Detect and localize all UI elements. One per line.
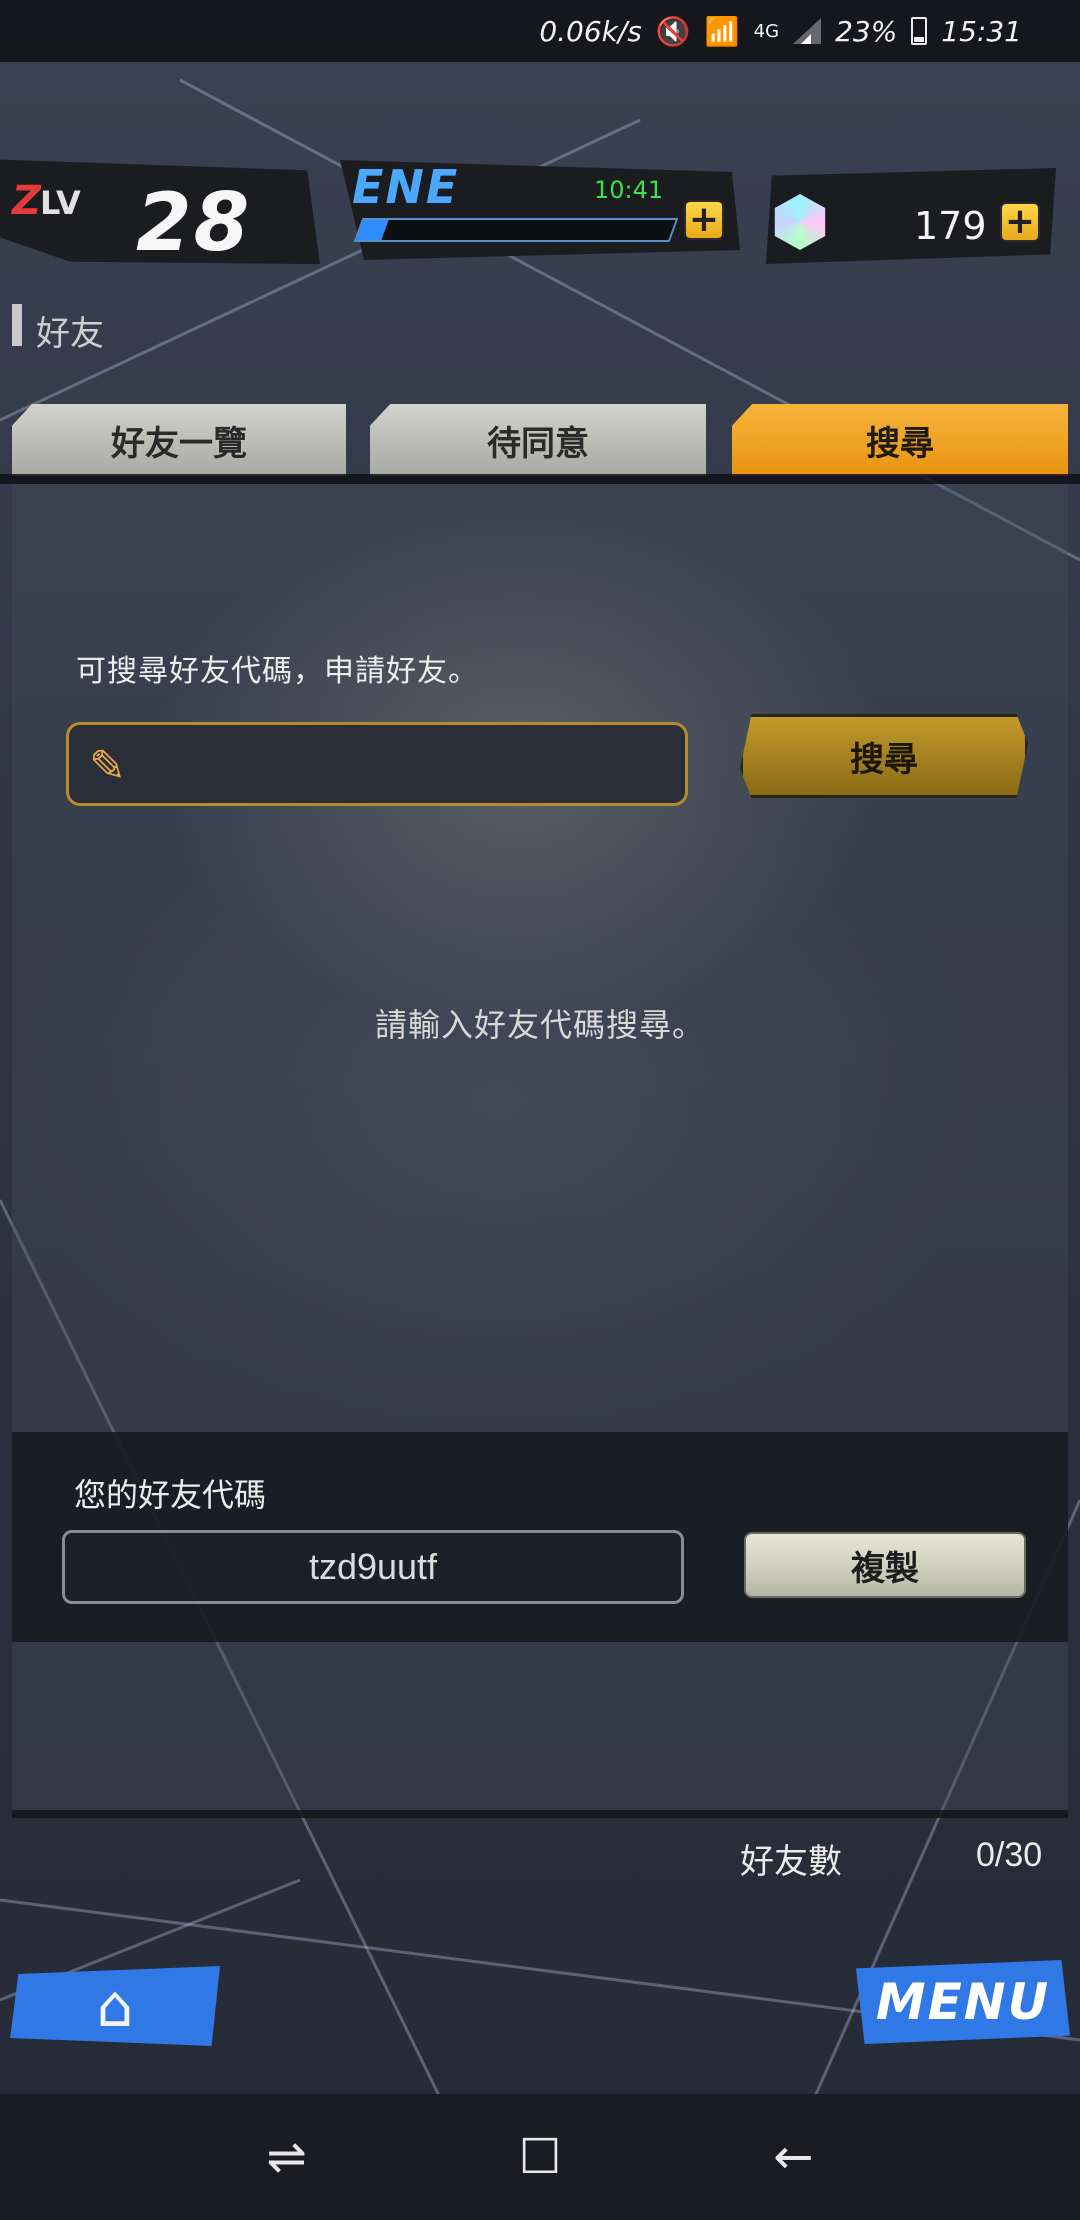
search-hint: 可搜尋好友代碼，申請好友。 <box>76 654 479 689</box>
section-marker <box>12 304 22 346</box>
gem-count: 179 <box>914 204 987 248</box>
tab-divider <box>0 474 1080 484</box>
network-type: 4G <box>753 20 780 42</box>
panel-bottom-edge <box>12 1810 1068 1818</box>
tab-pending[interactable]: 待同意 <box>370 404 706 476</box>
energy-timer: 10:41 <box>594 176 664 204</box>
tab-search[interactable]: 搜尋 <box>732 404 1068 476</box>
add-gems-button[interactable]: + <box>1000 202 1040 242</box>
add-energy-button[interactable]: + <box>684 200 724 240</box>
page-title: 好友 <box>36 314 104 354</box>
home-icon: ⌂ <box>96 1972 134 2040</box>
my-friend-code-label: 您的好友代碼 <box>74 1476 267 1514</box>
home-button[interactable]: ⌂ <box>10 1966 220 2046</box>
friend-count-value: 0/30 <box>976 1836 1043 1874</box>
energy-bar-fill <box>356 220 389 240</box>
wifi-icon: 📶 <box>704 14 740 48</box>
clock: 15:31 <box>941 14 1022 48</box>
search-button[interactable]: 搜尋 <box>740 714 1028 798</box>
network-speed: 0.06k/s <box>539 14 642 48</box>
back-arrow-icon[interactable]: ← <box>753 2129 833 2185</box>
empty-search-message: 請輸入好友代碼搜尋。 <box>374 1006 705 1044</box>
copy-button[interactable]: 複製 <box>744 1532 1026 1598</box>
battery-icon <box>911 17 928 45</box>
my-friend-code-field: tzd9uutf <box>62 1530 684 1604</box>
energy-bar <box>353 218 679 242</box>
status-bar: 0.06k/s 🔇 📶 4G 23% 15:31 <box>0 0 1080 62</box>
level-prefix: LV <box>40 184 81 222</box>
mute-icon: 🔇 <box>655 14 691 48</box>
menu-button[interactable]: MENU <box>856 1960 1070 2044</box>
home-square-icon[interactable]: ☐ <box>500 2129 580 2185</box>
pencil-icon: ✎ <box>89 741 126 792</box>
friend-code-search-input[interactable]: ✎ <box>66 722 688 806</box>
energy-label: ENE <box>352 160 460 214</box>
recent-apps-icon[interactable]: ⇌ <box>247 2129 327 2185</box>
system-navigation-bar: ⇌ ☐ ← <box>0 2094 1080 2220</box>
level-z-mark: Z <box>12 178 42 224</box>
battery-percent: 23% <box>835 14 898 48</box>
tab-friend-list[interactable]: 好友一覽 <box>12 404 346 476</box>
signal-icon <box>793 18 822 44</box>
player-level: 28 <box>136 176 252 269</box>
friend-count-label: 好友數 <box>740 1842 842 1882</box>
